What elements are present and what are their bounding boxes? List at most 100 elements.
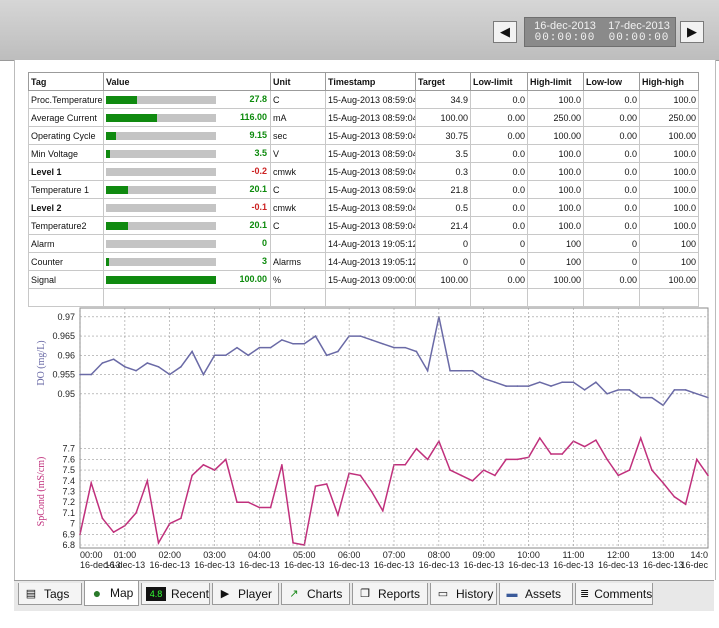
data-point bbox=[180, 517, 182, 520]
data-point bbox=[202, 373, 205, 376]
column-header-high-high[interactable]: High-high bbox=[639, 72, 699, 91]
table-row[interactable]: Min Voltage 3.5 V 15-Aug-2013 08:59:04 3.5 0.… bbox=[28, 144, 699, 163]
trend-chart: 0.97 0.965 0.96 0.955 0.95 DO (mg/L) 7.77.67.5… bbox=[36, 307, 709, 570]
data-point bbox=[628, 469, 631, 471]
tag-name-cell: Level 2 bbox=[28, 198, 104, 217]
value-bar-fill bbox=[106, 96, 137, 105]
value-bar bbox=[106, 240, 216, 249]
table-row[interactable]: Operating Cycle 9.15 sec 15-Aug-2013 08:59:… bbox=[28, 126, 699, 145]
column-header-low-limit[interactable]: Low-limit bbox=[470, 72, 528, 91]
x-tick-time: 06:00 bbox=[338, 550, 361, 560]
data-point bbox=[325, 483, 328, 485]
table-header-row: Tag Value Unit Timestamp Target Low-limi… bbox=[28, 72, 699, 91]
data-point bbox=[101, 517, 104, 520]
table-row[interactable]: Alarm 0 14-Aug-2013 19:05:12 0 0 100 0 100 bbox=[28, 234, 699, 253]
low-limit-cell: 0.00 bbox=[470, 126, 528, 145]
empty-cell bbox=[270, 288, 326, 307]
y-tick-label: 0.965 bbox=[52, 331, 75, 341]
low-limit-cell: 0.0 bbox=[470, 162, 528, 181]
data-point bbox=[359, 474, 362, 477]
data-point bbox=[606, 392, 608, 395]
data-point bbox=[673, 389, 676, 391]
unit-cell bbox=[270, 234, 326, 253]
data-point bbox=[415, 447, 418, 450]
data-point bbox=[146, 480, 149, 482]
column-header-unit[interactable]: Unit bbox=[270, 72, 326, 91]
high-high-cell: 100.0 bbox=[639, 144, 699, 163]
data-point bbox=[269, 506, 272, 509]
data-point bbox=[337, 350, 339, 353]
data-point bbox=[236, 346, 238, 349]
tab-charts[interactable]: ↗ Charts bbox=[281, 583, 350, 605]
value-number: 100.00 bbox=[239, 274, 267, 284]
high-high-cell: 100.0 bbox=[639, 180, 699, 199]
value-bar-fill bbox=[106, 150, 110, 159]
timestamp-cell: 14-Aug-2013 19:05:12 bbox=[325, 252, 416, 271]
data-point bbox=[583, 445, 586, 448]
column-header-value[interactable]: Value bbox=[103, 72, 271, 91]
previous-period-button[interactable]: ◀ bbox=[493, 21, 517, 43]
x-tick-date: 16-dec-13 bbox=[508, 560, 549, 570]
data-point bbox=[224, 354, 227, 357]
tab-history[interactable]: ▭ History bbox=[430, 583, 497, 605]
tab-comments[interactable]: ≣ Comments bbox=[575, 583, 653, 605]
high-limit-cell: 100.0 bbox=[527, 144, 584, 163]
tab-tags[interactable]: ▤ Tags bbox=[18, 583, 82, 605]
tab-reports[interactable]: ❐ Reports bbox=[352, 583, 428, 605]
data-point bbox=[606, 458, 608, 461]
y-tick-label: 6.8 bbox=[62, 540, 75, 550]
tab-map[interactable]: ● Map bbox=[84, 581, 139, 606]
timestamp-cell: 15-Aug-2013 08:59:04 bbox=[325, 216, 416, 235]
value-number: 9.15 bbox=[249, 130, 267, 140]
column-header-timestamp[interactable]: Timestamp bbox=[325, 72, 416, 91]
column-header-high-limit[interactable]: High-limit bbox=[527, 72, 584, 91]
next-period-button[interactable]: ▶ bbox=[680, 21, 704, 43]
column-header-target[interactable]: Target bbox=[415, 72, 471, 91]
low-low-cell: 0 bbox=[583, 234, 640, 253]
high-high-cell: 250.00 bbox=[639, 108, 699, 127]
table-row[interactable]: Level 2 -0.1 cmwk 15-Aug-2013 08:59:04 0.5 0.… bbox=[28, 198, 699, 217]
empty-cell bbox=[583, 288, 640, 307]
x-tick-date: 16-dec-13 bbox=[374, 560, 415, 570]
data-point bbox=[112, 531, 115, 533]
x-tick-time: 10:00 bbox=[517, 550, 540, 560]
x-tick-date: 16-dec bbox=[680, 560, 708, 570]
table-row[interactable]: Temperature2 20.1 C 15-Aug-2013 08:59:04 21.… bbox=[28, 216, 699, 235]
data-point bbox=[381, 342, 384, 345]
tab-label: History bbox=[456, 586, 494, 601]
x-tick-date: 16-dec-13 bbox=[643, 560, 684, 570]
high-limit-cell: 100.0 bbox=[527, 90, 584, 109]
table-row[interactable]: Temperature 1 20.1 C 15-Aug-2013 08:59:04 21… bbox=[28, 180, 699, 199]
target-cell: 0.3 bbox=[415, 162, 471, 181]
value-cell: 20.1 bbox=[103, 216, 271, 235]
target-cell: 0.5 bbox=[415, 198, 471, 217]
low-limit-cell: 0.0 bbox=[470, 90, 528, 109]
tab-recent[interactable]: 4.8 Recent bbox=[141, 583, 210, 605]
table-row[interactable]: Level 1 -0.2 cmwk 15-Aug-2013 08:59:04 0.3 0.… bbox=[28, 162, 699, 181]
low-limit-cell: 0 bbox=[470, 234, 528, 253]
end-time: 00:00:00 bbox=[608, 32, 670, 44]
empty-cell bbox=[28, 288, 104, 307]
table-row[interactable]: Average Current 116.00 mA 15-Aug-2013 08:59… bbox=[28, 108, 699, 127]
y-axis-label: DO (mg/L) bbox=[36, 340, 47, 385]
data-point bbox=[281, 463, 283, 466]
data-point bbox=[639, 396, 642, 399]
data-point bbox=[180, 366, 182, 368]
timestamp-cell: 15-Aug-2013 08:59:04 bbox=[325, 180, 416, 199]
data-point bbox=[314, 335, 317, 337]
tab-assets[interactable]: ▬ Assets bbox=[499, 583, 573, 605]
unit-cell: C bbox=[270, 90, 326, 109]
arrow-left-icon: ◀ bbox=[500, 24, 510, 39]
table-row[interactable]: Proc.Temperature 27.8 C 15-Aug-2013 08:59:0… bbox=[28, 90, 699, 109]
table-row[interactable]: Signal 100.00% 15-Aug-2013 09:00:00 100.00 0… bbox=[28, 270, 699, 289]
data-point bbox=[460, 369, 463, 372]
data-point bbox=[337, 514, 339, 516]
value-bar-fill bbox=[106, 222, 128, 231]
column-header-low-low[interactable]: Low-low bbox=[583, 72, 640, 91]
high-high-cell: 100.00 bbox=[639, 126, 699, 145]
column-header-tag[interactable]: Tag bbox=[28, 72, 104, 91]
tab-player[interactable]: ▶ Player bbox=[212, 583, 279, 605]
data-point bbox=[404, 346, 407, 349]
table-row[interactable]: Counter 3 Alarms 14-Aug-2013 19:05:12 0 0 100 0… bbox=[28, 252, 699, 271]
digital-display-icon: 4.8 bbox=[146, 586, 166, 601]
